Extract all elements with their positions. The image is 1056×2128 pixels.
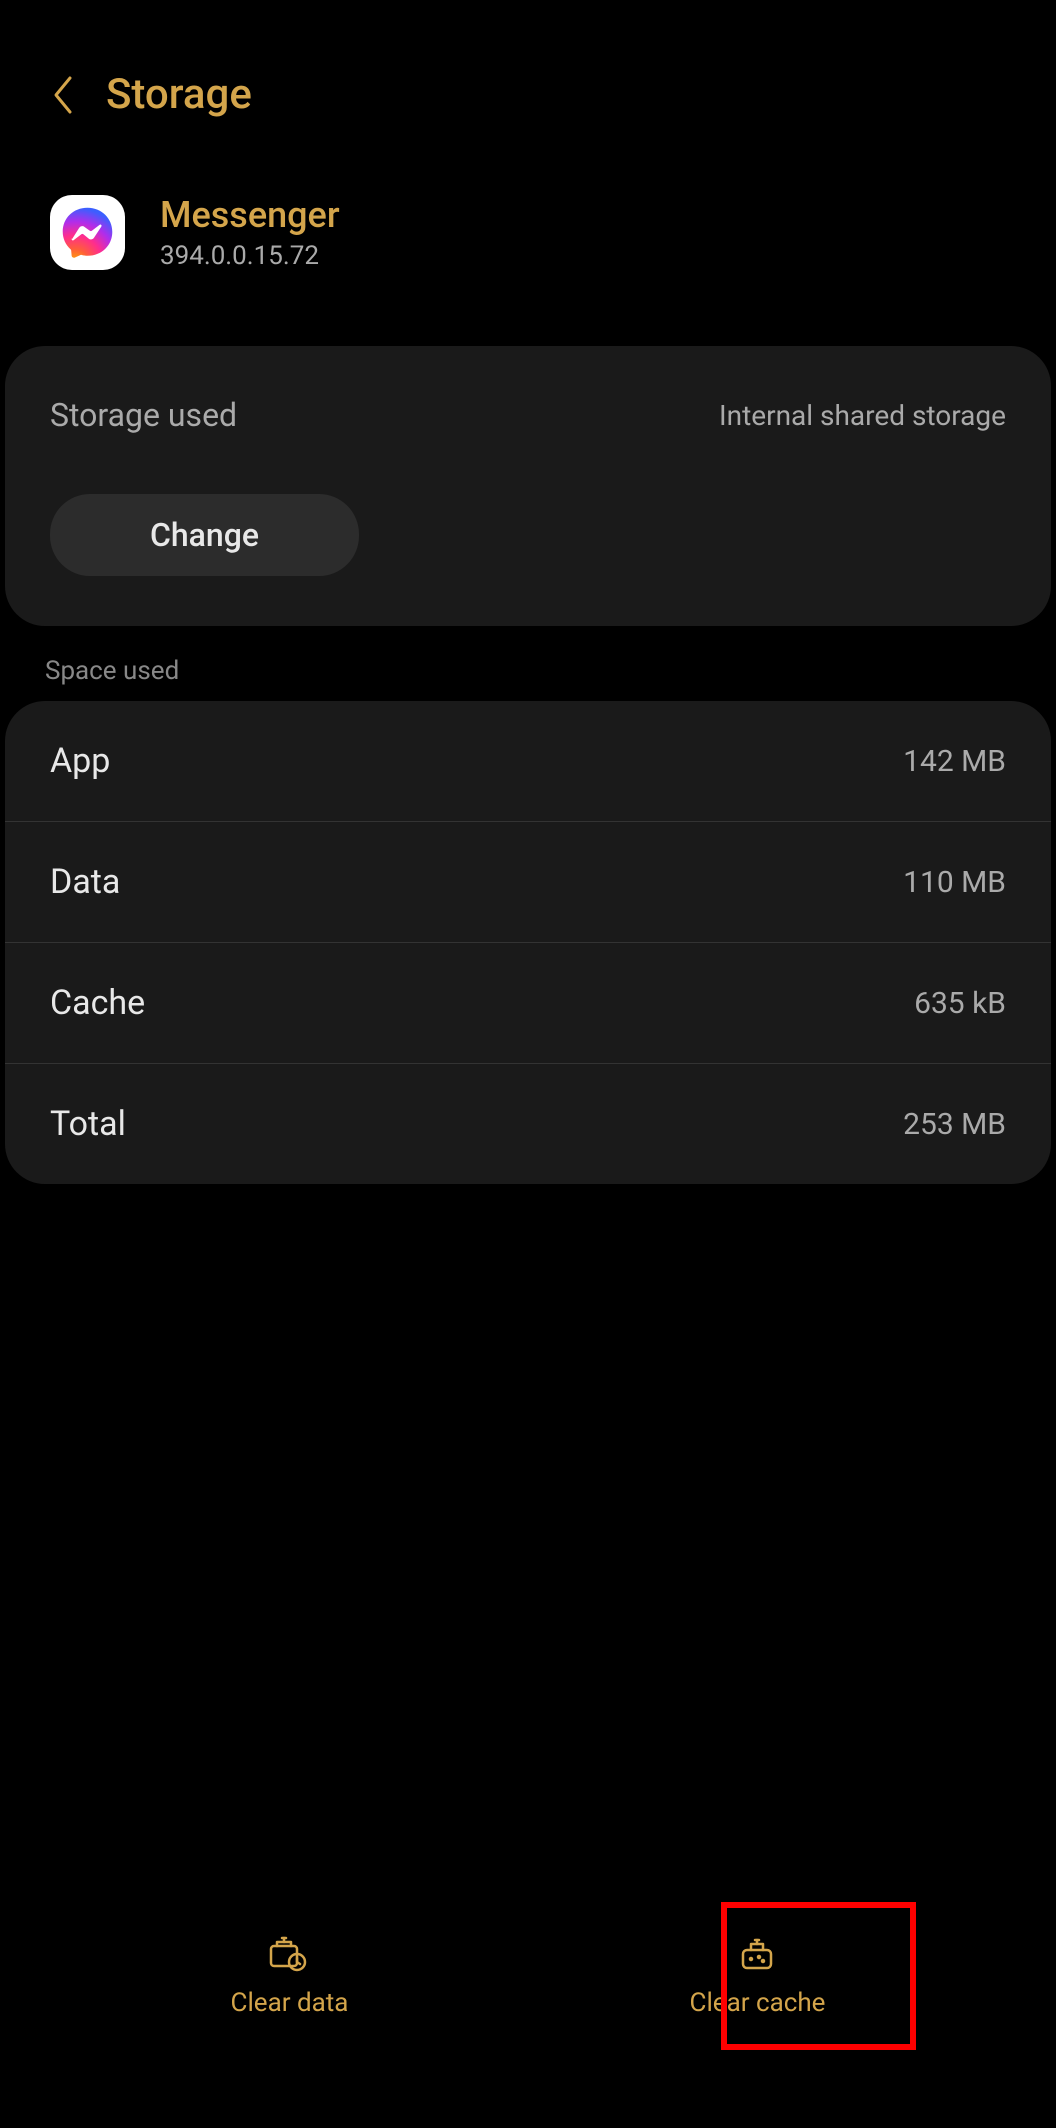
bottom-actions: Clear data Clear cache <box>0 1908 1056 2038</box>
space-used-label: Space used <box>0 626 1056 701</box>
page-title: Storage <box>106 70 252 119</box>
space-label: Cache <box>50 983 145 1023</box>
space-label: Data <box>50 862 120 902</box>
space-label: App <box>50 741 110 781</box>
clear-cache-label: Clear cache <box>690 1988 826 2018</box>
storage-used-label: Storage used <box>50 396 237 434</box>
trash-reset-icon <box>265 1928 313 1976</box>
space-row-cache[interactable]: Cache 635 kB <box>5 943 1051 1064</box>
storage-location: Internal shared storage <box>719 399 1006 432</box>
space-label: Total <box>50 1104 126 1144</box>
app-name: Messenger <box>160 194 340 236</box>
space-row-data[interactable]: Data 110 MB <box>5 822 1051 943</box>
broom-icon <box>733 1928 781 1976</box>
space-row-app[interactable]: App 142 MB <box>5 701 1051 822</box>
storage-card: Storage used Internal shared storage Cha… <box>5 346 1051 626</box>
storage-used-row: Storage used Internal shared storage <box>50 396 1006 434</box>
app-version: 394.0.0.15.72 <box>160 241 340 271</box>
clear-cache-button[interactable]: Clear cache <box>660 1908 856 2038</box>
space-value: 110 MB <box>903 865 1006 900</box>
header: Storage <box>0 0 1056 149</box>
change-button[interactable]: Change <box>50 494 359 576</box>
app-icon <box>50 195 125 270</box>
app-info: Messenger 394.0.0.15.72 <box>0 149 1056 316</box>
space-value: 635 kB <box>914 986 1006 1021</box>
app-details: Messenger 394.0.0.15.72 <box>160 194 340 271</box>
space-card: App 142 MB Data 110 MB Cache 635 kB Tota… <box>5 701 1051 1184</box>
space-row-total: Total 253 MB <box>5 1064 1051 1184</box>
back-icon[interactable] <box>50 74 76 116</box>
space-value: 253 MB <box>903 1107 1006 1142</box>
clear-data-button[interactable]: Clear data <box>201 1908 379 2038</box>
clear-data-label: Clear data <box>231 1988 349 2018</box>
space-value: 142 MB <box>903 744 1006 779</box>
